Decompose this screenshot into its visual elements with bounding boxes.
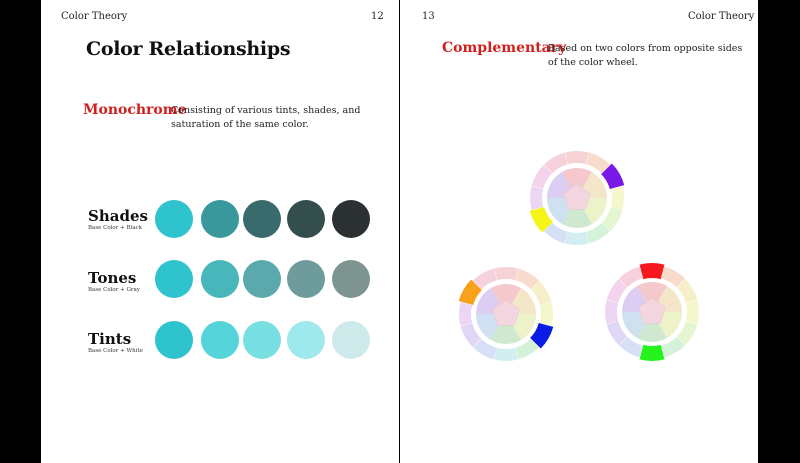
highlight-segment bbox=[639, 344, 665, 361]
shade-swatch-4 bbox=[287, 200, 325, 238]
shade-swatch-5 bbox=[332, 200, 370, 238]
shades-label: Shades Base Color + Black bbox=[88, 208, 148, 232]
wheel-segment bbox=[539, 302, 553, 326]
tint-swatch-1 bbox=[155, 321, 193, 359]
color-wheel-3 bbox=[602, 262, 702, 366]
tone-swatch-3 bbox=[243, 260, 281, 298]
tones-title: Tones bbox=[88, 269, 137, 287]
wheel-segment bbox=[610, 186, 624, 210]
left-page-number: 12 bbox=[371, 11, 384, 22]
shades-title: Shades bbox=[88, 207, 148, 225]
color-wheel-graphic bbox=[529, 151, 625, 245]
left-page: Color Theory 12 Color Relationships Mono… bbox=[41, 0, 399, 463]
shade-swatch-3 bbox=[243, 200, 281, 238]
tint-swatch-5 bbox=[332, 321, 370, 359]
tints-title: Tints bbox=[88, 330, 132, 348]
wheel-segment bbox=[494, 347, 518, 361]
tints-label: Tints Base Color + White bbox=[88, 331, 143, 355]
tone-swatch-4 bbox=[287, 260, 325, 298]
wheel-segment bbox=[494, 267, 518, 281]
right-header-title: Color Theory bbox=[688, 11, 755, 22]
wheel-segment bbox=[530, 186, 544, 210]
color-wheel-graphic bbox=[605, 263, 699, 361]
tint-swatch-2 bbox=[201, 321, 239, 359]
highlight-segment bbox=[639, 263, 665, 280]
complementary-description: Based on two colors from opposite sides … bbox=[548, 43, 743, 68]
tones-label: Tones Base Color + Gray bbox=[88, 270, 140, 294]
page-title: Color Relationships bbox=[86, 38, 291, 60]
color-wheel-graphic bbox=[458, 267, 554, 361]
color-wheel-1 bbox=[527, 148, 627, 252]
wheel-segment bbox=[685, 300, 699, 324]
tint-swatch-4 bbox=[287, 321, 325, 359]
tones-subtitle: Base Color + Gray bbox=[88, 287, 140, 293]
right-page: 13 Color Theory Complementary Based on t… bbox=[400, 0, 758, 463]
shades-subtitle: Base Color + Black bbox=[88, 225, 142, 231]
wheel-segment bbox=[605, 300, 619, 324]
right-page-number: 13 bbox=[422, 11, 435, 22]
tint-swatch-3 bbox=[243, 321, 281, 359]
tone-swatch-2 bbox=[201, 260, 239, 298]
tone-swatch-5 bbox=[332, 260, 370, 298]
monochrome-description: Consisting of various tints, shades, and… bbox=[171, 105, 361, 130]
wheel-segment bbox=[459, 302, 473, 326]
tone-swatch-1 bbox=[155, 260, 193, 298]
wheel-segment bbox=[565, 231, 589, 245]
shade-swatch-2 bbox=[201, 200, 239, 238]
shade-swatch-1 bbox=[155, 200, 193, 238]
wheel-segment bbox=[565, 151, 589, 165]
tints-subtitle: Base Color + White bbox=[88, 348, 143, 354]
left-header-title: Color Theory bbox=[61, 11, 128, 22]
color-wheel-2 bbox=[456, 264, 556, 368]
